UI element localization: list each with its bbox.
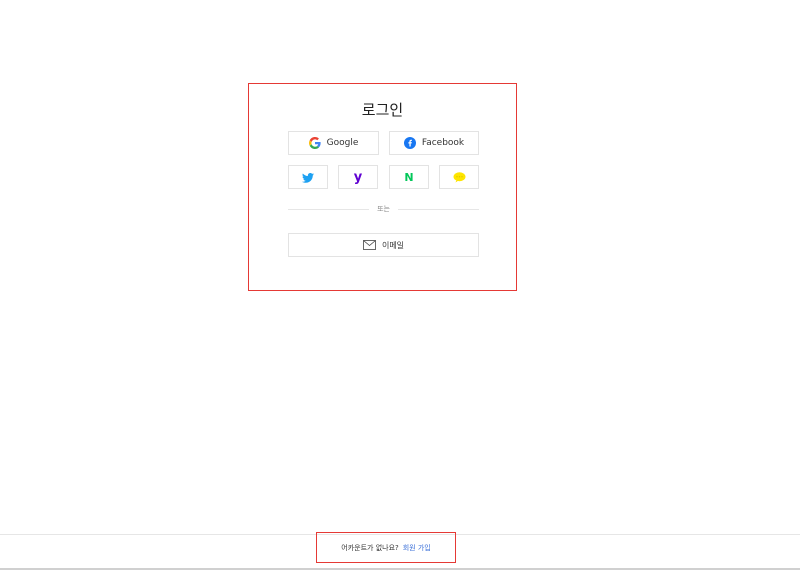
kakao-login-button[interactable] bbox=[439, 165, 479, 189]
envelope-icon bbox=[363, 240, 376, 250]
divider-line-right bbox=[397, 208, 480, 210]
google-label: Google bbox=[326, 138, 359, 148]
google-icon bbox=[308, 137, 321, 149]
signup-link[interactable]: 회원 가입 bbox=[403, 543, 431, 553]
login-panel: 로그인 Google Facebook y N 또는 이메일 bbox=[248, 83, 517, 291]
divider-line-left bbox=[288, 208, 370, 210]
twitter-icon bbox=[302, 168, 314, 187]
email-login-button[interactable]: 이메일 bbox=[288, 233, 479, 257]
twitter-login-button[interactable] bbox=[288, 165, 328, 189]
facebook-login-button[interactable]: Facebook bbox=[389, 131, 479, 155]
facebook-label: Facebook bbox=[421, 138, 465, 148]
email-label: 이메일 bbox=[381, 240, 405, 250]
signup-prompt-box: 어카운트가 없나요? 회원 가입 bbox=[316, 532, 456, 563]
login-title: 로그인 bbox=[361, 101, 404, 119]
yahoo-login-button[interactable]: y bbox=[338, 165, 378, 189]
signup-prompt: 어카운트가 없나요? bbox=[341, 543, 399, 552]
divider-text: 또는 bbox=[377, 205, 390, 213]
google-login-button[interactable]: Google bbox=[288, 131, 379, 155]
kakao-icon bbox=[453, 168, 466, 187]
naver-icon: N bbox=[404, 170, 414, 184]
or-divider: 또는 bbox=[288, 204, 480, 214]
yahoo-icon: y bbox=[353, 169, 363, 185]
naver-login-button[interactable]: N bbox=[389, 165, 429, 189]
facebook-icon bbox=[403, 137, 416, 149]
